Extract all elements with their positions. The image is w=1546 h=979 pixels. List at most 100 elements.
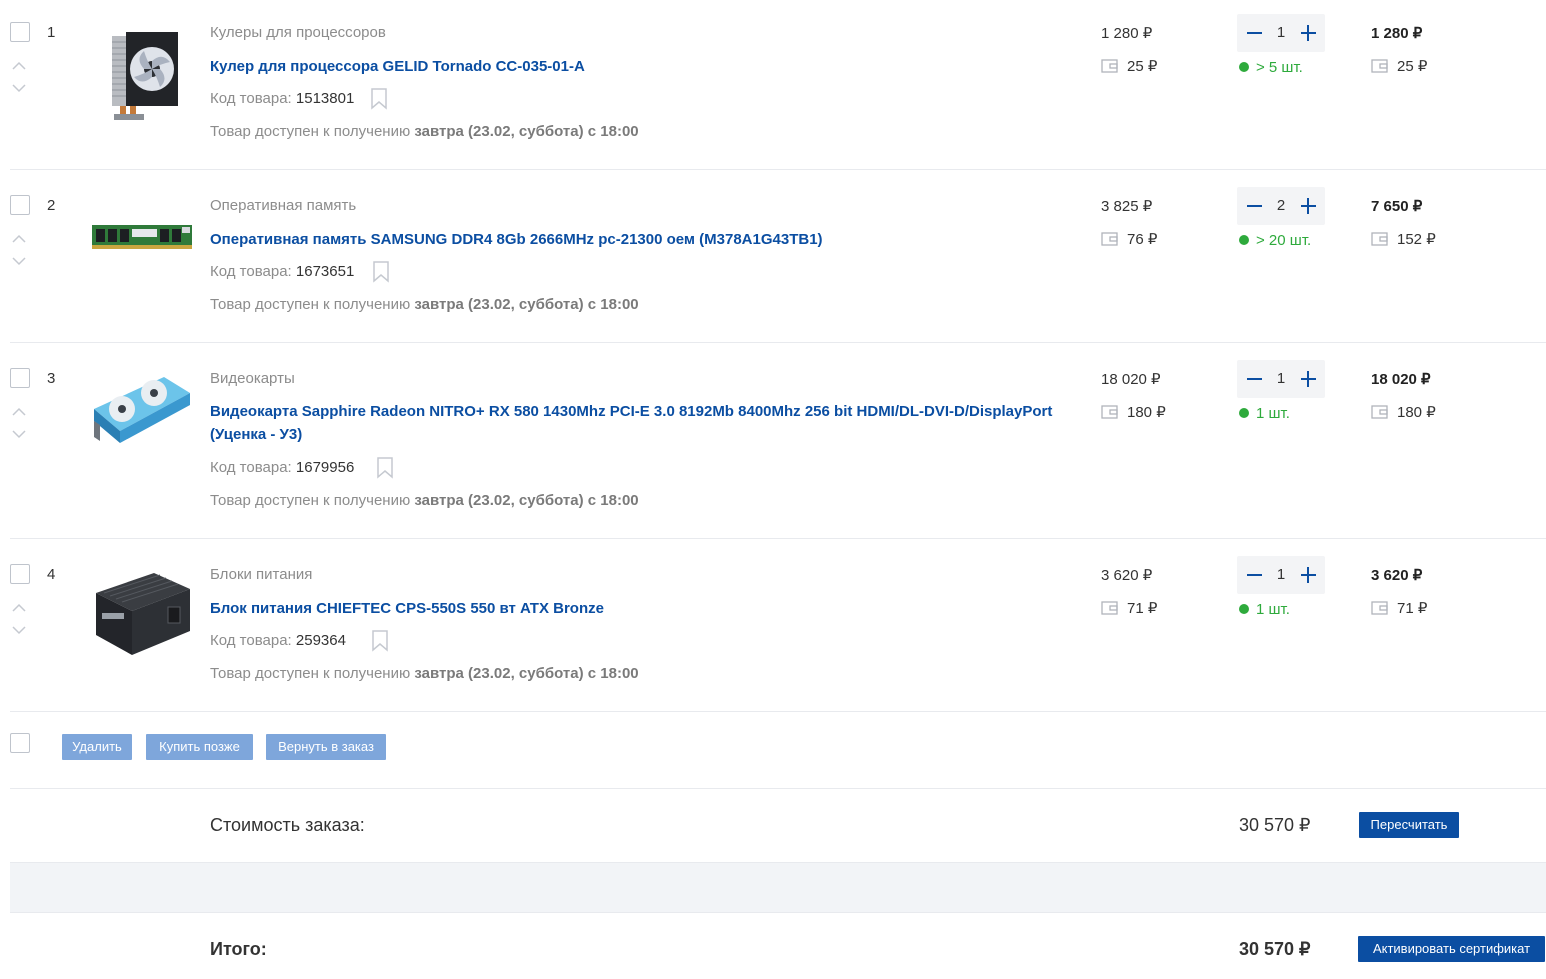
cart-item-row: 1 Кулеры для процессоров Кулер для проце… [10,0,1546,170]
return-to-order-button[interactable]: Вернуть в заказ [266,734,386,760]
item-price: 18 020 ₽ [1101,371,1161,388]
item-title-link[interactable]: Оперативная память SAMSUNG DDR4 8Gb 2666… [210,228,1080,251]
item-checkbox[interactable] [10,195,30,215]
cart-item-row: 3 Видеокарты Видеокарта Sapphire Radeon … [10,343,1546,539]
item-code-label: Код товара: [210,263,292,280]
item-checkbox[interactable] [10,22,30,42]
sort-up-icon[interactable] [10,406,28,420]
sort-down-icon[interactable] [10,82,28,96]
power-supply-image[interactable] [90,563,194,667]
increase-quantity-button[interactable] [1291,14,1325,52]
increase-quantity-button[interactable] [1291,556,1325,594]
item-code: Код товара: 1513801 [210,90,354,107]
graphics-card-image[interactable] [90,365,194,469]
item-bonus: 25 ₽ [1101,57,1157,77]
quantity-value[interactable]: 1 [1271,24,1291,41]
item-total: 18 020 ₽ [1371,371,1431,388]
in-stock-dot-icon [1239,604,1249,614]
item-total-bonus: 152 ₽ [1371,230,1436,250]
total-label: Итого: [210,939,267,959]
item-code-label: Код товара: [210,90,292,107]
bonus-wallet-icon [1101,405,1118,423]
sort-down-icon[interactable] [10,624,28,638]
item-bonus: 71 ₽ [1101,599,1157,619]
item-code: Код товара: 1679956 [210,459,354,476]
sort-up-icon[interactable] [10,60,28,74]
item-bonus: 180 ₽ [1101,403,1166,423]
item-checkbox[interactable] [10,564,30,584]
quantity-stepper: 1 [1237,14,1325,52]
sort-up-icon[interactable] [10,602,28,616]
item-title-link[interactable]: Кулер для процессора GELID Tornado CC-03… [210,55,1080,78]
order-cost-value: 30 570 ₽ [1239,815,1311,835]
item-index: 2 [47,197,56,214]
item-category: Блоки питания [210,566,313,583]
in-stock-dot-icon [1239,408,1249,418]
total-value: 30 570 ₽ [1239,939,1311,959]
bonus-wallet-icon [1371,601,1388,619]
item-category: Кулеры для процессоров [210,24,386,41]
in-stock-dot-icon [1239,62,1249,72]
item-price: 3 620 ₽ [1101,567,1153,584]
stock-status: > 5 шт. [1239,59,1303,76]
recalculate-button[interactable]: Пересчитать [1359,812,1459,838]
stock-status: > 20 шт. [1239,232,1311,249]
item-category: Оперативная память [210,197,357,214]
sort-down-icon[interactable] [10,255,28,269]
sort-up-icon[interactable] [10,233,28,247]
item-total-bonus: 71 ₽ [1371,599,1427,619]
in-stock-dot-icon [1239,235,1249,245]
item-total: 1 280 ₽ [1371,25,1423,42]
bookmark-icon[interactable] [376,457,394,479]
cart-item-row: 2 Оперативная память Оперативная память … [10,170,1546,343]
delete-button[interactable]: Удалить [62,734,132,760]
bonus-wallet-icon [1371,232,1388,250]
quantity-stepper: 1 [1237,360,1325,398]
item-title-link[interactable]: Видеокарта Sapphire Radeon NITRO+ RX 580… [210,400,1080,446]
item-checkbox[interactable] [10,368,30,388]
ram-module-image[interactable] [90,185,194,289]
increase-quantity-button[interactable] [1291,187,1325,225]
decrease-quantity-button[interactable] [1237,360,1271,398]
item-price: 1 280 ₽ [1101,25,1153,42]
item-code-value: 1513801 [295,90,355,107]
item-title-link[interactable]: Блок питания CHIEFTEC CPS-550S 550 вт AT… [210,597,1080,620]
activate-certificate-button[interactable]: Активировать сертификат [1358,936,1545,962]
decrease-quantity-button[interactable] [1237,556,1271,594]
item-category: Видеокарты [210,370,295,387]
decrease-quantity-button[interactable] [1237,14,1271,52]
item-total-bonus: 25 ₽ [1371,57,1427,77]
quantity-value[interactable]: 1 [1271,370,1291,387]
item-price: 3 825 ₽ [1101,198,1153,215]
bookmark-icon[interactable] [370,88,388,110]
item-code-label: Код товара: [210,632,292,649]
bonus-wallet-icon [1101,232,1118,250]
quantity-value[interactable]: 2 [1271,197,1291,214]
bulk-actions-row: Удалить Купить позже Вернуть в заказ [10,712,1546,789]
item-bonus: 76 ₽ [1101,230,1157,250]
decrease-quantity-button[interactable] [1237,187,1271,225]
select-all-checkbox[interactable] [10,733,30,753]
summary-divider-strip [10,862,1546,913]
cpu-cooler-image[interactable] [90,22,194,126]
bonus-wallet-icon [1371,59,1388,77]
stock-status: 1 шт. [1239,405,1290,422]
buy-later-button[interactable]: Купить позже [146,734,253,760]
order-cost-label: Стоимость заказа: [210,815,365,835]
bookmark-icon[interactable] [372,261,390,283]
cart-item-row: 4 Блоки питания Блок питания CHIEFTEC CP… [10,539,1546,712]
item-total: 3 620 ₽ [1371,567,1423,584]
item-code: Код товара: 1673651 [210,263,354,280]
item-total-bonus: 180 ₽ [1371,403,1436,423]
bonus-wallet-icon [1101,59,1118,77]
bookmark-icon[interactable] [371,630,389,652]
item-availability: Товар доступен к получению завтра (23.02… [210,665,639,682]
item-availability: Товар доступен к получению завтра (23.02… [210,492,639,509]
increase-quantity-button[interactable] [1291,360,1325,398]
quantity-value[interactable]: 1 [1271,566,1291,583]
item-availability: Товар доступен к получению завтра (23.02… [210,123,639,140]
bonus-wallet-icon [1101,601,1118,619]
item-index: 1 [47,24,56,41]
sort-down-icon[interactable] [10,428,28,442]
bonus-wallet-icon [1371,405,1388,423]
